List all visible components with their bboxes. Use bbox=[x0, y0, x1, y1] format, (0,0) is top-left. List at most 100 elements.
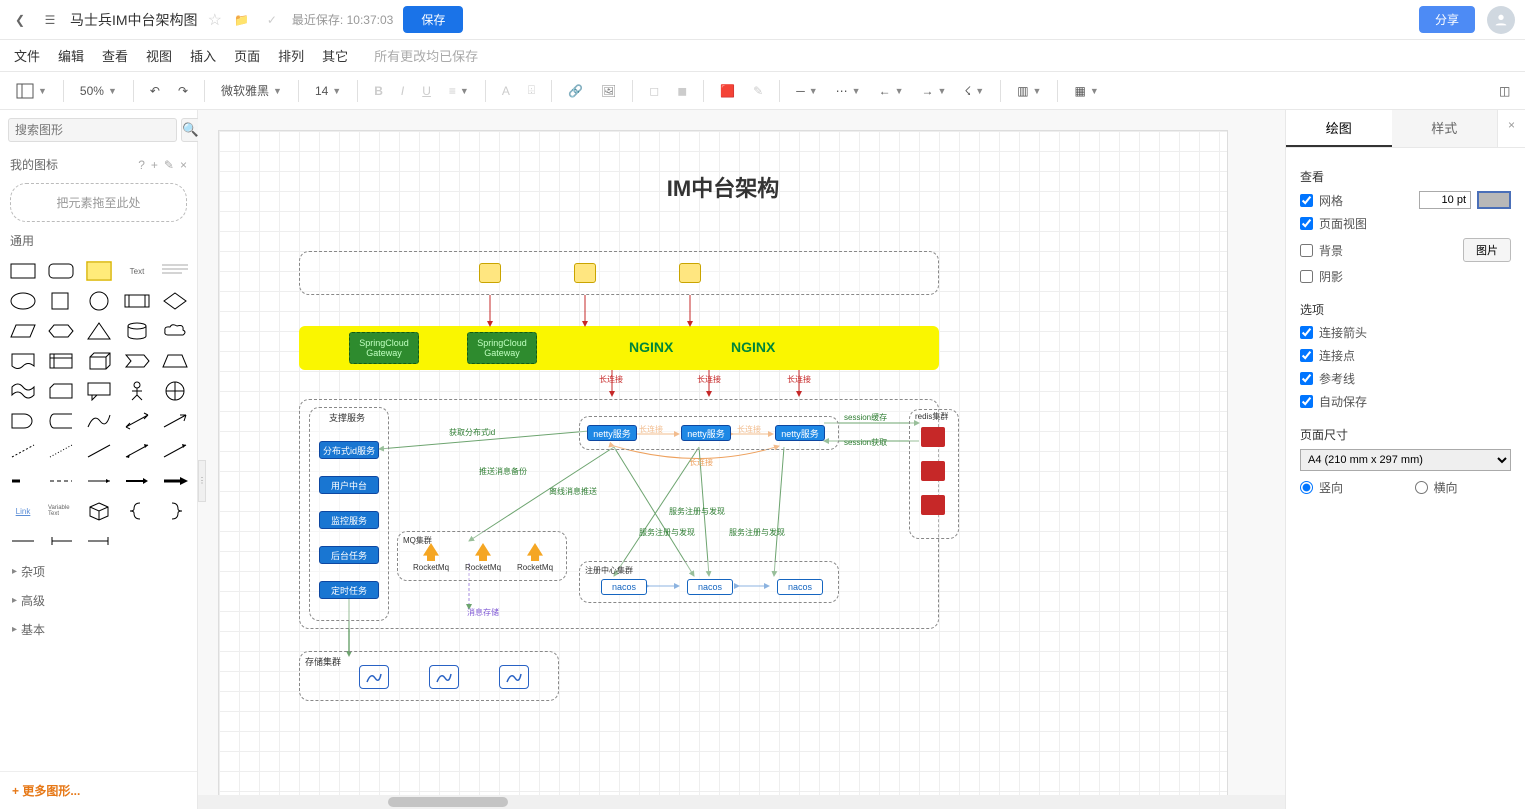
shape-internal-storage[interactable] bbox=[48, 351, 74, 371]
shape-brace-right[interactable] bbox=[162, 501, 188, 521]
font-size-dropdown[interactable]: 14 ▼ bbox=[309, 81, 347, 101]
drop-zone[interactable]: 把元素拖至此处 bbox=[10, 183, 187, 222]
netty-2[interactable]: netty服务 bbox=[681, 425, 731, 441]
add-icon[interactable]: + bbox=[151, 158, 158, 172]
shadow-checkbox[interactable] bbox=[1300, 270, 1313, 283]
menu-icon[interactable]: ☰ bbox=[40, 10, 60, 30]
line-color-button[interactable]: ✎ bbox=[747, 81, 769, 101]
guides-checkbox[interactable] bbox=[1300, 372, 1313, 385]
page-size-select[interactable]: A4 (210 mm x 297 mm) bbox=[1300, 449, 1511, 471]
shape-circle[interactable] bbox=[86, 291, 112, 311]
menu-view[interactable]: 查看 bbox=[102, 46, 128, 65]
bold-button[interactable]: B bbox=[368, 81, 389, 101]
shape-thick-line[interactable] bbox=[10, 471, 36, 491]
shape-link-label[interactable]: Link bbox=[10, 501, 36, 521]
shape-dotted-line[interactable] bbox=[48, 441, 74, 461]
shape-hline-start[interactable] bbox=[48, 531, 74, 551]
user-avatar[interactable] bbox=[1487, 6, 1515, 34]
redo-button[interactable]: ↷ bbox=[172, 81, 194, 101]
svc-user[interactable]: 用户中台 bbox=[319, 476, 379, 494]
image-button-bg[interactable]: 图片 bbox=[1463, 238, 1511, 262]
portrait-radio[interactable] bbox=[1300, 481, 1313, 494]
nacos-2[interactable]: nacos bbox=[687, 579, 733, 595]
autosave-checkbox[interactable] bbox=[1300, 395, 1313, 408]
category-advanced[interactable]: 高级 bbox=[0, 586, 197, 615]
edit-icon[interactable]: ✎ bbox=[164, 158, 174, 172]
mysql-2[interactable] bbox=[429, 665, 459, 689]
tab-style[interactable]: 样式 bbox=[1392, 110, 1498, 147]
shape-actor[interactable] bbox=[124, 381, 150, 401]
shape-dashed-line[interactable] bbox=[10, 441, 36, 461]
shape-parallelogram[interactable] bbox=[10, 321, 36, 341]
shape-dir-arrow[interactable] bbox=[162, 441, 188, 461]
nginx-2[interactable]: NGINX bbox=[731, 339, 775, 355]
shape-diamond[interactable] bbox=[162, 291, 188, 311]
mysql-3[interactable] bbox=[499, 665, 529, 689]
shape-hline-thin[interactable] bbox=[10, 531, 36, 551]
shape-thin-arrow-h[interactable] bbox=[86, 471, 112, 491]
shape-cube[interactable] bbox=[86, 351, 112, 371]
menu-arrange[interactable]: 排列 bbox=[278, 46, 304, 65]
shape-square[interactable] bbox=[48, 291, 74, 311]
clients-container[interactable] bbox=[299, 251, 939, 295]
shape-textbox[interactable] bbox=[162, 261, 188, 281]
shape-callout[interactable] bbox=[86, 381, 112, 401]
client-desktop-icon[interactable] bbox=[574, 263, 596, 283]
shape-bidir-arrow-2[interactable] bbox=[124, 441, 150, 461]
redis-2[interactable] bbox=[921, 461, 945, 481]
shape-rounded-rect[interactable] bbox=[48, 261, 74, 281]
view-mode-dropdown[interactable]: ▼ bbox=[10, 80, 53, 102]
grid-size-input[interactable] bbox=[1419, 191, 1471, 209]
grid-color-swatch[interactable] bbox=[1477, 191, 1511, 209]
shape-thick-arrow-h[interactable] bbox=[124, 471, 150, 491]
tab-draw[interactable]: 绘图 bbox=[1286, 110, 1392, 147]
conn-points-checkbox[interactable] bbox=[1300, 349, 1313, 362]
save-button[interactable]: 保存 bbox=[403, 6, 463, 33]
grid-checkbox[interactable] bbox=[1300, 194, 1313, 207]
collapse-left-panel-handle[interactable]: ⋮ bbox=[198, 460, 206, 502]
page-view-checkbox[interactable] bbox=[1300, 217, 1313, 230]
menu-insert[interactable]: 插入 bbox=[190, 46, 216, 65]
shape-data-store[interactable] bbox=[48, 411, 74, 431]
help-icon[interactable]: ? bbox=[138, 158, 145, 172]
shape-dash-segment[interactable] bbox=[48, 471, 74, 491]
shape-card[interactable] bbox=[48, 381, 74, 401]
shape-line[interactable] bbox=[86, 441, 112, 461]
background-checkbox[interactable] bbox=[1300, 244, 1313, 257]
shape-document[interactable] bbox=[10, 351, 36, 371]
redis-1[interactable] bbox=[921, 427, 945, 447]
shape-cylinder[interactable] bbox=[124, 321, 150, 341]
shape-note[interactable] bbox=[86, 261, 112, 281]
more-shapes-button[interactable]: + 更多图形... bbox=[0, 771, 197, 809]
mysql-1[interactable] bbox=[359, 665, 389, 689]
document-title[interactable]: 马士兵IM中台架构图 bbox=[70, 10, 198, 30]
nacos-3[interactable]: nacos bbox=[777, 579, 823, 595]
line-end-dropdown[interactable]: →▼ bbox=[915, 81, 952, 101]
shape-tape[interactable] bbox=[10, 381, 36, 401]
waypoint-dropdown[interactable]: ☇▼ bbox=[958, 81, 990, 101]
shape-trapezoid[interactable] bbox=[162, 351, 188, 371]
shape-filled-arrow-h[interactable] bbox=[162, 471, 188, 491]
folder-icon[interactable]: 📁 bbox=[232, 10, 252, 30]
undo-button[interactable]: ↶ bbox=[144, 81, 166, 101]
to-front-button[interactable]: ◻ bbox=[643, 81, 665, 101]
search-shapes-input[interactable] bbox=[8, 118, 177, 142]
category-basic[interactable]: 基本 bbox=[0, 615, 197, 644]
shape-or[interactable] bbox=[162, 381, 188, 401]
redis-3[interactable] bbox=[921, 495, 945, 515]
scroll-thumb[interactable] bbox=[388, 797, 508, 807]
diagram-canvas[interactable]: IM中台架构 SpringCloud Gateway SpringCloud G… bbox=[218, 130, 1228, 809]
shape-hexagon[interactable] bbox=[48, 321, 74, 341]
general-category-header[interactable]: 通用 bbox=[0, 226, 197, 255]
category-misc[interactable]: 杂项 bbox=[0, 557, 197, 586]
shape-and[interactable] bbox=[10, 411, 36, 431]
shape-bidir-arrow[interactable] bbox=[124, 411, 150, 431]
menu-extras[interactable]: 其它 bbox=[322, 46, 348, 65]
font-family-dropdown[interactable]: 微软雅黑 ▼ bbox=[215, 79, 288, 102]
line-start-dropdown[interactable]: ←▼ bbox=[873, 81, 910, 101]
clear-format-button[interactable]: ⌹ bbox=[522, 80, 541, 101]
netty-3[interactable]: netty服务 bbox=[775, 425, 825, 441]
zoom-dropdown[interactable]: 50% ▼ bbox=[74, 81, 123, 101]
shape-hline-end[interactable] bbox=[86, 531, 112, 551]
menu-edit[interactable]: 编辑 bbox=[58, 46, 84, 65]
